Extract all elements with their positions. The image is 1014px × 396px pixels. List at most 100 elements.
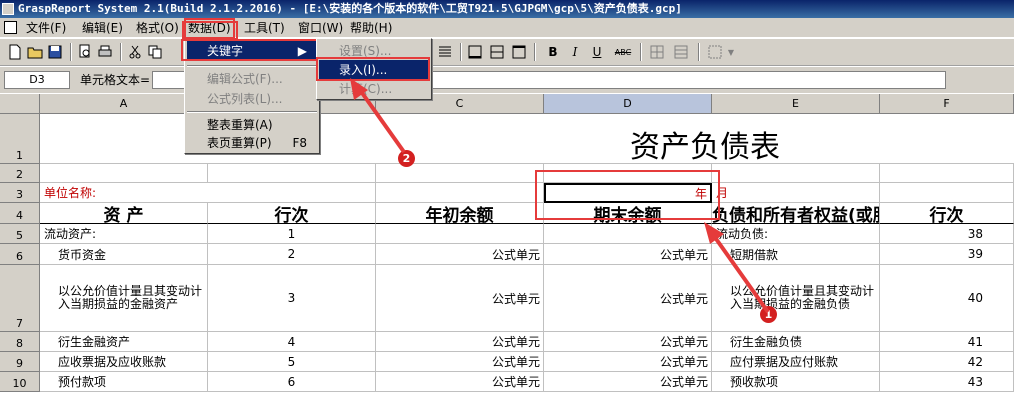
menu-window[interactable]: 窗口(W) xyxy=(296,20,345,37)
cell-f10[interactable]: 43 xyxy=(880,372,1014,392)
cell-d9[interactable]: 公式单元 xyxy=(544,352,712,372)
cell-b2[interactable] xyxy=(208,164,376,183)
cell-c3[interactable] xyxy=(376,183,544,203)
menu-edit[interactable]: 编辑(E) xyxy=(80,20,125,37)
cell-c5[interactable] xyxy=(376,224,544,244)
cell-c10[interactable]: 公式单元 xyxy=(376,372,544,392)
copy-icon[interactable] xyxy=(146,43,164,61)
unit-name-label[interactable]: 单位名称: xyxy=(40,183,376,203)
cell-d6[interactable]: 公式单元 xyxy=(544,244,712,265)
row-header-8[interactable]: 8 xyxy=(0,332,40,352)
spreadsheet-grid: A B C D E F 1 2 3 4 5 6 7 8 9 10 资产负债表 单… xyxy=(0,94,1014,396)
border-top-icon[interactable] xyxy=(510,43,528,61)
cell-b5[interactable]: 1 xyxy=(208,224,376,244)
cell-f8[interactable]: 41 xyxy=(880,332,1014,352)
column-header-e[interactable]: E xyxy=(712,94,880,114)
cell-e6[interactable]: 短期借款 xyxy=(712,244,880,265)
cell-a6[interactable]: 货币资金 xyxy=(40,244,208,265)
border-bottom-icon[interactable] xyxy=(466,43,484,61)
header-line-no-2[interactable]: 行次 xyxy=(880,203,1014,224)
cell-d5[interactable] xyxy=(544,224,712,244)
italic-button[interactable]: I xyxy=(566,43,584,61)
cell-e2[interactable] xyxy=(712,164,880,183)
row-header-4[interactable]: 4 xyxy=(0,203,40,224)
grid-icon[interactable] xyxy=(648,43,666,61)
document-system-icon[interactable] xyxy=(4,21,17,34)
chevron-down-icon[interactable]: ▼ xyxy=(726,43,736,61)
cell-f5[interactable]: 38 xyxy=(880,224,1014,244)
menu-item-edit-formula[interactable]: 编辑公式(F)... xyxy=(187,69,317,89)
row-header-10[interactable]: 10 xyxy=(0,372,40,392)
row-header-2[interactable]: 2 xyxy=(0,164,40,183)
cell-d7[interactable]: 公式单元 xyxy=(544,265,712,332)
cell-f3[interactable] xyxy=(880,183,1014,203)
corner-header[interactable] xyxy=(0,94,40,114)
cell-b9[interactable]: 5 xyxy=(208,352,376,372)
cell-b8[interactable]: 4 xyxy=(208,332,376,352)
cell-e8[interactable]: 衍生金融负债 xyxy=(712,332,880,352)
row-header-7[interactable]: 7 xyxy=(0,265,40,332)
cell-a5[interactable]: 流动资产: xyxy=(40,224,208,244)
save-icon[interactable] xyxy=(46,43,64,61)
header-line-no[interactable]: 行次 xyxy=(208,203,376,224)
cell-f2[interactable] xyxy=(880,164,1014,183)
menu-item-formula-list[interactable]: 公式列表(L)... xyxy=(187,89,317,109)
submenu-item-calculate[interactable]: 计算(C)... xyxy=(319,79,429,99)
row-header-1[interactable]: 1 xyxy=(0,114,40,164)
row-header-3[interactable]: 3 xyxy=(0,183,40,203)
cell-c8[interactable]: 公式单元 xyxy=(376,332,544,352)
new-file-icon[interactable] xyxy=(6,43,24,61)
cell-f6[interactable]: 39 xyxy=(880,244,1014,265)
cell-c7[interactable]: 公式单元 xyxy=(376,265,544,332)
align-justify-icon[interactable] xyxy=(436,43,454,61)
column-header-f[interactable]: F xyxy=(880,94,1014,114)
border-middle-icon[interactable] xyxy=(488,43,506,61)
cell-a2[interactable] xyxy=(40,164,208,183)
bold-button[interactable]: B xyxy=(544,43,562,61)
cell-a10[interactable]: 预付款项 xyxy=(40,372,208,392)
cell-a7[interactable]: 以公允价值计量且其变动计入当期损益的金融资产 xyxy=(40,265,208,332)
cell-e7[interactable]: 以公允价值计量且其变动计入当期损益的金融负债 xyxy=(712,265,880,332)
cell-e9[interactable]: 应付票据及应付账款 xyxy=(712,352,880,372)
cell-b6[interactable]: 2 xyxy=(208,244,376,265)
menu-help[interactable]: 帮助(H) xyxy=(348,20,394,37)
annotation-input-box xyxy=(316,57,430,81)
cell-d8[interactable]: 公式单元 xyxy=(544,332,712,352)
cell-a8[interactable]: 衍生金融资产 xyxy=(40,332,208,352)
cell-c6[interactable]: 公式单元 xyxy=(376,244,544,265)
cell-reference-box[interactable]: D3 xyxy=(4,71,70,89)
merge-cells-icon[interactable] xyxy=(672,43,690,61)
menu-format[interactable]: 格式(O) xyxy=(134,20,181,37)
cell-d10[interactable]: 公式单元 xyxy=(544,372,712,392)
row-header-5[interactable]: 5 xyxy=(0,224,40,244)
underline-button[interactable]: U xyxy=(588,43,606,61)
header-opening-balance[interactable]: 年初余额 xyxy=(376,203,544,224)
cell-b10[interactable]: 6 xyxy=(208,372,376,392)
column-header-d[interactable]: D xyxy=(544,94,712,114)
row-header-6[interactable]: 6 xyxy=(0,244,40,265)
column-header-a[interactable]: A xyxy=(40,94,208,114)
cell-c2[interactable] xyxy=(376,164,544,183)
cell-c9[interactable]: 公式单元 xyxy=(376,352,544,372)
cell-a9[interactable]: 应收票据及应收账款 xyxy=(40,352,208,372)
cell-e5[interactable]: 流动负债: xyxy=(712,224,880,244)
menu-item-recalc-page[interactable]: 表页重算(P) F8 xyxy=(187,133,317,153)
cell-e10[interactable]: 预收款项 xyxy=(712,372,880,392)
cell-f7[interactable]: 40 xyxy=(880,265,1014,332)
annotation-badge-2: 2 xyxy=(398,150,415,167)
cell-f9[interactable]: 42 xyxy=(880,352,1014,372)
cell-e3-month[interactable]: 月 xyxy=(712,183,880,203)
print-icon[interactable] xyxy=(96,43,114,61)
cell-b7[interactable]: 3 xyxy=(208,265,376,332)
header-assets[interactable]: 资 产 xyxy=(40,203,208,224)
print-preview-icon[interactable] xyxy=(76,43,94,61)
cut-icon[interactable] xyxy=(126,43,144,61)
header-liabilities-equity[interactable]: 负债和所有者权益(或股东权益) xyxy=(712,203,880,224)
menu-tools[interactable]: 工具(T) xyxy=(242,20,287,37)
open-folder-icon[interactable] xyxy=(26,43,44,61)
row-header-9[interactable]: 9 xyxy=(0,352,40,372)
borders-dropdown-icon[interactable] xyxy=(706,43,724,61)
menu-file[interactable]: 文件(F) xyxy=(24,20,68,37)
strikethrough-button[interactable]: ABC xyxy=(612,43,634,61)
menu-item-recalc-all[interactable]: 整表重算(A) xyxy=(187,115,317,135)
